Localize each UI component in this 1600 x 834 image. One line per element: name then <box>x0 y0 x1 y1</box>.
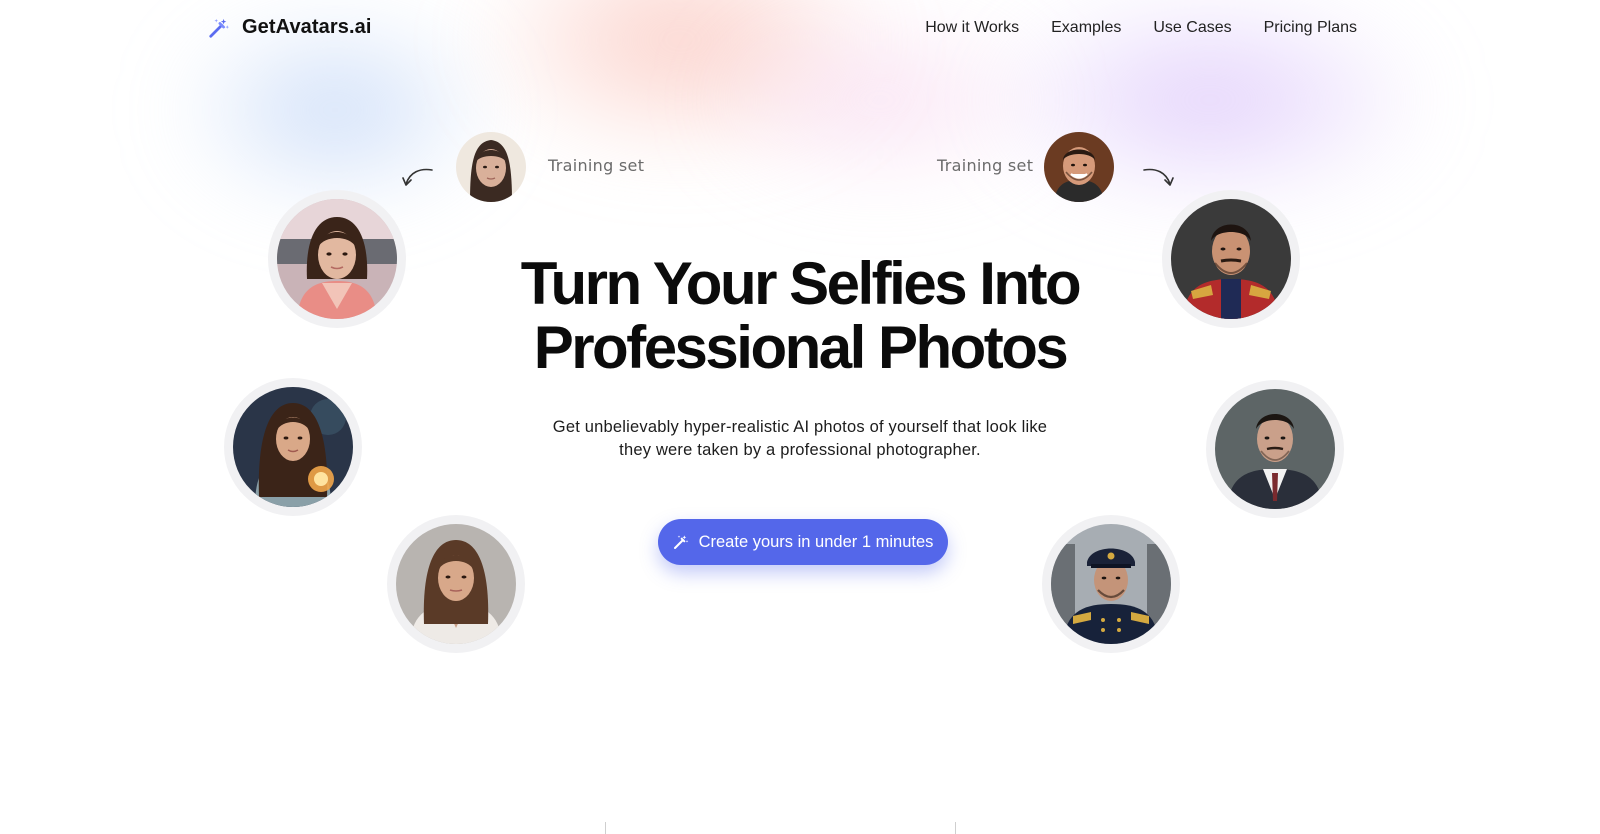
hero-subtitle: Get unbelievably hyper-realistic AI phot… <box>552 418 1048 459</box>
top-navbar: GetAvatars.ai How it Works Examples Use … <box>0 0 1600 60</box>
avatar-kimono-woman <box>268 190 406 328</box>
section-divider-tick-left <box>605 822 606 834</box>
curved-arrow-right-icon <box>1143 168 1174 186</box>
training-set-label-right: Training set <box>937 156 1034 175</box>
nav-links: How it Works Examples Use Cases Pricing … <box>925 19 1357 37</box>
brand-name: GetAvatars.ai <box>242 16 372 38</box>
avatar-business-woman <box>387 515 525 653</box>
hero-title: Turn Your Selfies Into Professional Phot… <box>480 252 1120 380</box>
nav-link-how-it-works[interactable]: How it Works <box>925 19 1019 37</box>
nav-link-examples[interactable]: Examples <box>1051 19 1121 37</box>
brand-logo[interactable]: GetAvatars.ai <box>208 16 372 39</box>
training-set-label-left: Training set <box>548 156 645 175</box>
avatar-royal-uniform-man <box>1162 190 1300 328</box>
avatar-suit-man <box>1206 380 1344 518</box>
nav-link-pricing-plans[interactable]: Pricing Plans <box>1264 19 1357 37</box>
avatar-naval-officer-man <box>1042 515 1180 653</box>
magic-wand-icon <box>673 534 689 550</box>
hero-title-line-2: Professional Photos <box>533 314 1069 381</box>
section-divider-tick-right <box>955 822 956 834</box>
training-avatar-woman <box>456 132 526 202</box>
create-avatar-button[interactable]: Create yours in under 1 minutes <box>658 519 948 565</box>
create-avatar-button-label: Create yours in under 1 minutes <box>698 532 934 551</box>
hero-title-line-1: Turn Your Selfies Into <box>520 250 1082 317</box>
magic-wand-icon <box>208 17 230 39</box>
training-avatar-man <box>1044 132 1114 202</box>
avatar-fantasy-lantern-woman <box>224 378 362 516</box>
curved-arrow-left-icon <box>402 168 433 186</box>
nav-link-use-cases[interactable]: Use Cases <box>1153 19 1231 37</box>
